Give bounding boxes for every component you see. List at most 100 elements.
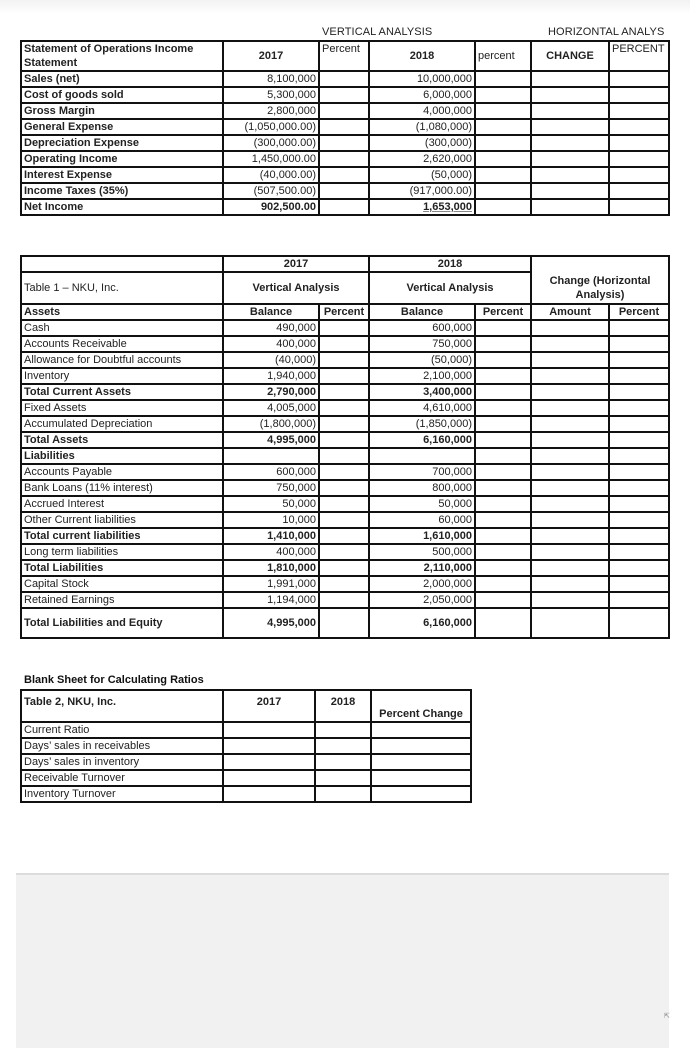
amount-cell[interactable]: [530, 495, 610, 513]
percent-2017-cell[interactable]: [318, 607, 370, 639]
percent-2017-cell[interactable]: [318, 319, 370, 337]
amount-cell[interactable]: [530, 479, 610, 497]
percent-2018-cell[interactable]: [474, 527, 532, 545]
percent-change-cell[interactable]: [608, 102, 670, 120]
percent-2017-cell[interactable]: [318, 351, 370, 369]
percent-2018-cell[interactable]: [474, 495, 532, 513]
percent-2018-cell[interactable]: [474, 182, 532, 200]
ratio-percent-change-cell[interactable]: [370, 769, 472, 787]
percent-change-cell[interactable]: [608, 86, 670, 104]
amount-cell[interactable]: [530, 383, 610, 401]
percent-2017-cell[interactable]: [318, 166, 370, 184]
ratio-2018-cell[interactable]: [314, 721, 372, 739]
ratio-2018-cell[interactable]: [314, 785, 372, 803]
ratio-percent-change-cell[interactable]: [370, 753, 472, 771]
change-cell[interactable]: [530, 86, 610, 104]
percent-horizontal-cell[interactable]: [608, 415, 670, 433]
percent-horizontal-cell[interactable]: [608, 335, 670, 353]
percent-2017-cell[interactable]: [318, 463, 370, 481]
percent-horizontal-cell[interactable]: [608, 431, 670, 449]
percent-2017-cell[interactable]: [318, 118, 370, 136]
ratio-percent-change-cell[interactable]: [370, 737, 472, 755]
percent-2018-cell[interactable]: [474, 463, 532, 481]
percent-2018-cell[interactable]: [474, 367, 532, 385]
amount-cell[interactable]: [530, 415, 610, 433]
percent-2018-cell[interactable]: [474, 511, 532, 529]
ratio-2017-cell[interactable]: [222, 721, 316, 739]
percent-2018-cell[interactable]: [474, 543, 532, 561]
percent-change-cell[interactable]: [608, 166, 670, 184]
percent-horizontal-cell[interactable]: [608, 607, 670, 639]
percent-2018-cell[interactable]: [474, 431, 532, 449]
percent-change-cell[interactable]: [608, 182, 670, 200]
change-cell[interactable]: [530, 134, 610, 152]
change-cell[interactable]: [530, 118, 610, 136]
percent-horizontal-cell[interactable]: [608, 575, 670, 593]
percent-2017-cell[interactable]: [318, 134, 370, 152]
percent-2017-cell[interactable]: [318, 591, 370, 609]
percent-horizontal-cell[interactable]: [608, 447, 670, 465]
ratio-2018-cell[interactable]: [314, 737, 372, 755]
percent-2018-cell[interactable]: [474, 150, 532, 168]
amount-cell[interactable]: [530, 559, 610, 577]
percent-2018-cell[interactable]: [474, 351, 532, 369]
change-cell[interactable]: [530, 182, 610, 200]
percent-change-cell[interactable]: [608, 118, 670, 136]
percent-2018-cell[interactable]: [474, 479, 532, 497]
percent-2018-cell[interactable]: [474, 134, 532, 152]
percent-2018-cell[interactable]: [474, 102, 532, 120]
percent-2018-cell[interactable]: [474, 415, 532, 433]
percent-2017-cell[interactable]: [318, 447, 370, 465]
ratio-percent-change-cell[interactable]: [370, 785, 472, 803]
amount-cell[interactable]: [530, 463, 610, 481]
percent-2017-cell[interactable]: [318, 575, 370, 593]
percent-horizontal-cell[interactable]: [608, 479, 670, 497]
amount-cell[interactable]: [530, 591, 610, 609]
percent-horizontal-cell[interactable]: [608, 399, 670, 417]
amount-cell[interactable]: [530, 511, 610, 529]
ratio-2017-cell[interactable]: [222, 769, 316, 787]
amount-cell[interactable]: [530, 431, 610, 449]
percent-horizontal-cell[interactable]: [608, 495, 670, 513]
percent-2018-cell[interactable]: [474, 399, 532, 417]
percent-change-cell[interactable]: [608, 198, 670, 216]
change-cell[interactable]: [530, 102, 610, 120]
percent-2017-cell[interactable]: [318, 511, 370, 529]
percent-change-cell[interactable]: [608, 134, 670, 152]
percent-2017-cell[interactable]: [318, 431, 370, 449]
percent-horizontal-cell[interactable]: [608, 367, 670, 385]
percent-2017-cell[interactable]: [318, 198, 370, 216]
percent-2018-cell[interactable]: [474, 607, 532, 639]
percent-horizontal-cell[interactable]: [608, 527, 670, 545]
percent-2017-cell[interactable]: [318, 70, 370, 88]
amount-cell[interactable]: [530, 399, 610, 417]
percent-2017-cell[interactable]: [318, 399, 370, 417]
percent-2018-cell[interactable]: [474, 166, 532, 184]
percent-horizontal-cell[interactable]: [608, 319, 670, 337]
ratio-percent-change-cell[interactable]: [370, 721, 472, 739]
percent-2017-cell[interactable]: [318, 415, 370, 433]
percent-horizontal-cell[interactable]: [608, 591, 670, 609]
change-cell[interactable]: [530, 150, 610, 168]
percent-2018-cell[interactable]: [474, 591, 532, 609]
amount-cell[interactable]: [530, 607, 610, 639]
percent-2018-cell[interactable]: [474, 198, 532, 216]
amount-cell[interactable]: [530, 575, 610, 593]
percent-2017-cell[interactable]: [318, 527, 370, 545]
percent-2017-cell[interactable]: [318, 86, 370, 104]
percent-2018-cell[interactable]: [474, 559, 532, 577]
percent-2017-cell[interactable]: [318, 559, 370, 577]
amount-cell[interactable]: [530, 543, 610, 561]
ratio-2017-cell[interactable]: [222, 785, 316, 803]
percent-2018-cell[interactable]: [474, 86, 532, 104]
percent-2017-cell[interactable]: [318, 150, 370, 168]
amount-cell[interactable]: [530, 447, 610, 465]
percent-2017-cell[interactable]: [318, 102, 370, 120]
amount-cell[interactable]: [530, 527, 610, 545]
percent-change-cell[interactable]: [608, 70, 670, 88]
percent-horizontal-cell[interactable]: [608, 463, 670, 481]
ratio-2017-cell[interactable]: [222, 753, 316, 771]
percent-2018-cell[interactable]: [474, 383, 532, 401]
amount-cell[interactable]: [530, 335, 610, 353]
percent-change-cell[interactable]: [608, 150, 670, 168]
